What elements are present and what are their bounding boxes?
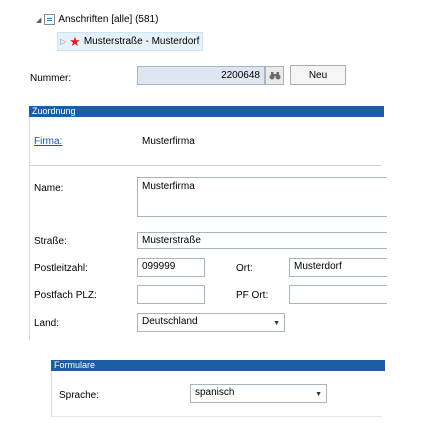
- nummer-label: Nummer:: [30, 73, 72, 84]
- land-select-value: Deutschland: [142, 316, 198, 327]
- firma-link[interactable]: Firma:: [34, 136, 62, 147]
- plz-field[interactable]: 099999: [137, 258, 205, 277]
- nummer-field[interactable]: 2200648: [137, 66, 265, 85]
- ort-label: Ort:: [236, 263, 253, 274]
- neu-button[interactable]: Neu: [290, 65, 346, 85]
- ort-field[interactable]: Musterdorf: [289, 258, 387, 277]
- collapsed-arrow-icon[interactable]: ▷: [60, 37, 66, 46]
- strasse-label: Straße:: [34, 236, 67, 247]
- sprache-select-value: spanisch: [195, 387, 235, 398]
- firma-value: Musterfirma: [142, 136, 195, 147]
- tree-child-label: Musterstraße - Musterdorf: [83, 36, 200, 47]
- tree-root-node[interactable]: ◢ Anschriften [alle] (581): [36, 14, 158, 25]
- chevron-down-icon[interactable]: ▼: [273, 318, 280, 329]
- list-folder-icon: [44, 14, 56, 25]
- section-divider: [29, 165, 381, 166]
- plz-label: Postleitzahl:: [34, 263, 88, 274]
- expanded-arrow-icon[interactable]: ◢: [36, 16, 41, 24]
- zuordnung-section-header: Zuordnung: [29, 106, 384, 117]
- chevron-down-icon[interactable]: ▼: [315, 389, 322, 400]
- name-label: Name:: [34, 183, 64, 194]
- sprache-label: Sprache:: [59, 390, 100, 401]
- land-select[interactable]: Deutschland ▼: [137, 313, 285, 332]
- tree-root-label: Anschriften [alle] (581): [58, 14, 159, 25]
- pf-ort-label: PF Ort:: [236, 290, 269, 301]
- formulare-section-header: Formulare: [51, 360, 385, 371]
- postfach-label: Postfach PLZ:: [34, 290, 97, 301]
- land-label: Land:: [34, 318, 60, 329]
- pf-ort-field[interactable]: [289, 285, 387, 304]
- star-icon: ★: [69, 33, 81, 49]
- strasse-field[interactable]: Musterstraße: [137, 232, 387, 249]
- sprache-select[interactable]: spanisch ▼: [190, 384, 327, 403]
- name-field[interactable]: Musterfirma: [137, 177, 387, 217]
- section-left-border: [29, 117, 30, 340]
- binoculars-icon: [269, 72, 280, 80]
- tree-child-node[interactable]: ▷ ★ Musterstraße - Musterdorf: [57, 32, 204, 51]
- postfach-plz-field[interactable]: [137, 285, 205, 304]
- search-lookup-button[interactable]: [265, 66, 284, 85]
